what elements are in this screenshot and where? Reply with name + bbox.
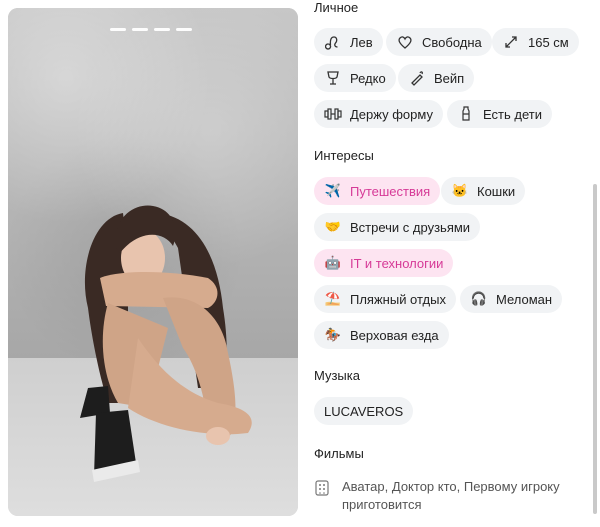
profile-photo[interactable] [8, 8, 298, 516]
chip-label: Есть дети [483, 106, 542, 122]
films-row: Аватар, Доктор кто, Первому игроку приго… [314, 478, 584, 514]
chip-zodiac[interactable]: Лев [314, 28, 383, 56]
chip-label: 165 см [528, 34, 569, 50]
cat-icon: 🐱 [451, 183, 469, 198]
chip-label: Редко [350, 70, 386, 86]
music-artist-label: LUCAVEROS [324, 403, 404, 419]
dumbbell-icon [324, 105, 342, 123]
scrollbar[interactable] [593, 184, 597, 514]
section-films-title: Фильмы [314, 446, 364, 461]
photo-indicators [110, 28, 192, 31]
chip-interest-music[interactable]: 🎧 Меломан [460, 285, 563, 313]
chip-label: Свободна [422, 34, 482, 50]
chip-label: IT и технологии [350, 255, 444, 271]
chip-interest-horse[interactable]: 🏇 Верховая езда [314, 321, 449, 349]
film-icon [314, 480, 330, 496]
chip-label: Путешествия [350, 183, 431, 199]
person-figure [80, 205, 252, 482]
vape-icon [408, 69, 426, 87]
headphones-icon: 🎧 [470, 291, 488, 306]
chip-label: Верховая езда [350, 327, 439, 343]
beach-icon: ⛱️ [324, 291, 342, 306]
indicator-1[interactable] [110, 28, 126, 31]
heart-icon [396, 33, 414, 51]
chip-label: Пляжный отдых [350, 291, 446, 307]
chip-smoking[interactable]: Вейп [398, 64, 475, 92]
indicator-3[interactable] [154, 28, 170, 31]
chip-label: Меломан [496, 291, 553, 307]
chip-label: Вейп [434, 70, 465, 86]
chip-relationship[interactable]: Свободна [386, 28, 492, 56]
indicator-2[interactable] [132, 28, 148, 31]
chip-height[interactable]: 165 см [492, 28, 579, 56]
chip-label: Встречи с друзьями [350, 219, 471, 235]
chip-interest-travel[interactable]: ✈️ Путешествия [314, 177, 441, 205]
chip-interest-friends[interactable]: 🤝 Встречи с друзьями [314, 213, 481, 241]
music-artist-chip[interactable]: LUCAVEROS [314, 397, 414, 425]
chip-label: Кошки [477, 183, 516, 199]
section-music-title: Музыка [314, 368, 360, 383]
section-personal-title: Личное [314, 0, 359, 15]
chip-label: Лев [350, 34, 373, 50]
chip-fitness[interactable]: Держу форму [314, 100, 443, 128]
robot-icon: 🤖 [324, 255, 342, 270]
bottle-icon [457, 105, 475, 123]
chip-interest-cats[interactable]: 🐱 Кошки [441, 177, 526, 205]
chip-label: Держу форму [350, 106, 433, 122]
horse-icon: 🏇 [324, 327, 342, 342]
handshake-icon: 🤝 [324, 219, 342, 234]
chip-interest-it[interactable]: 🤖 IT и технологии [314, 249, 454, 277]
height-icon [502, 33, 520, 51]
indicator-4[interactable] [176, 28, 192, 31]
chip-children[interactable]: Есть дети [447, 100, 552, 128]
airplane-icon: ✈️ [324, 183, 342, 198]
section-interests-title: Интересы [314, 148, 374, 163]
glass-icon [324, 69, 342, 87]
films-list: Аватар, Доктор кто, Первому игроку приго… [342, 479, 560, 512]
chip-interest-beach[interactable]: ⛱️ Пляжный отдых [314, 285, 456, 313]
leo-icon [324, 33, 342, 51]
chip-alcohol[interactable]: Редко [314, 64, 396, 92]
